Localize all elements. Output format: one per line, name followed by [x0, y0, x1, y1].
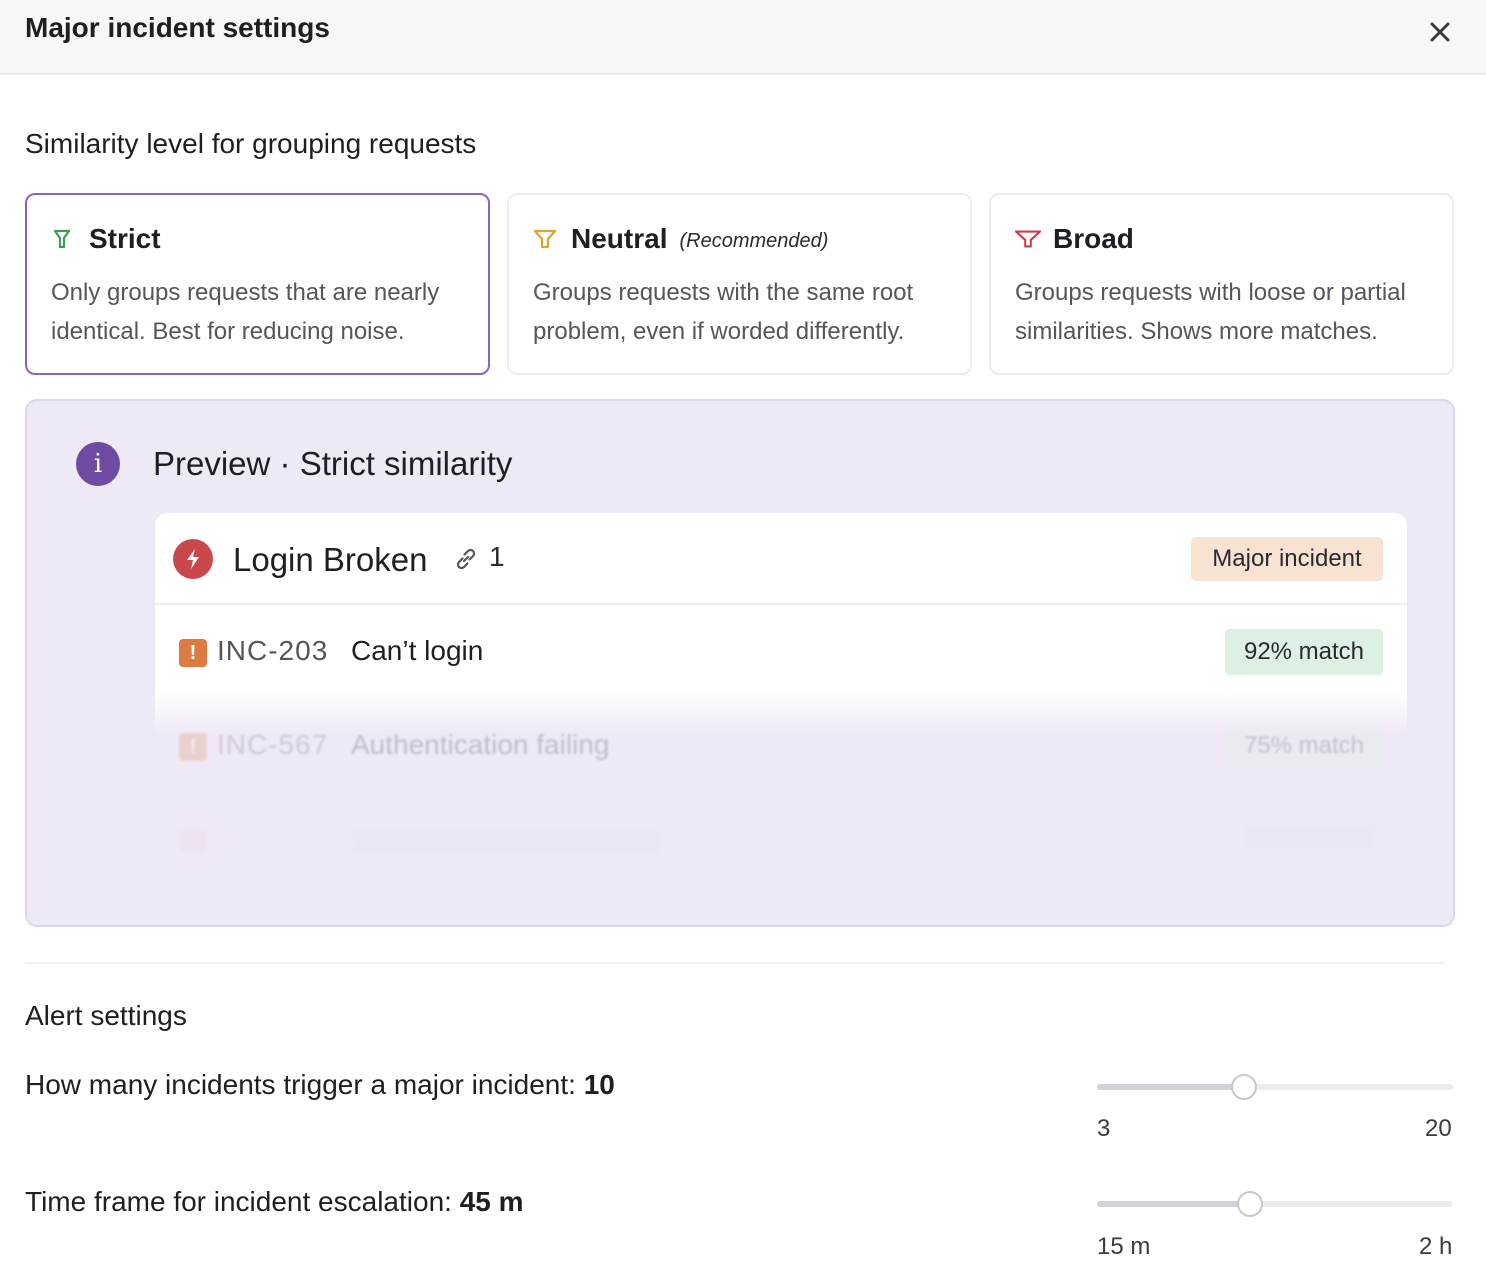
similarity-option-name: Broad [1053, 223, 1134, 254]
link-icon [453, 545, 481, 573]
close-button[interactable] [1420, 12, 1460, 52]
incident-row: ! INC-567 Authentication failing 75% mat… [155, 699, 1407, 791]
info-icon: i [76, 442, 120, 486]
incident-group-row[interactable]: Login Broken 1 Major incident [155, 513, 1407, 605]
match-badge: 75% match [1225, 723, 1383, 769]
warning-icon: ! [179, 639, 207, 667]
match-badge: 92% match [1225, 629, 1383, 675]
similarity-option-name: Strict [89, 223, 161, 254]
similarity-option-desc: Groups requests with the same root probl… [533, 279, 914, 345]
lightning-icon [173, 539, 213, 579]
preview-panel: i Preview · Strict similarity Login Brok… [25, 399, 1455, 927]
section-divider [25, 962, 1445, 964]
trigger-min-label: 3 [1097, 1115, 1111, 1142]
warning-icon: ! [179, 733, 207, 761]
similarity-option-neutral[interactable]: Neutral (Recommended) Groups requests wi… [507, 193, 972, 375]
incident-row[interactable]: ! INC-203 Can’t login 92% match [155, 605, 1407, 697]
alert-settings-title: Alert settings [25, 1000, 187, 1031]
trigger-slider[interactable] [1097, 1072, 1453, 1102]
funnel-narrow-icon [51, 226, 77, 252]
timeframe-slider-handle[interactable] [1237, 1191, 1264, 1217]
timeframe-setting-label: Time frame for incident escalation: 45 m [25, 1186, 524, 1217]
group-title: Login Broken [233, 541, 428, 578]
funnel-medium-icon [533, 226, 559, 252]
similarity-section-title: Similarity level for grouping requests [25, 128, 477, 159]
timeframe-max-label: 2 h [1419, 1233, 1453, 1260]
dialog-header: Major incident settings [0, 0, 1486, 75]
similarity-option-desc: Groups requests with loose or partial si… [1015, 279, 1406, 345]
close-icon [1430, 22, 1450, 42]
incident-id: INC-203 [217, 635, 329, 666]
recommended-note: (Recommended) [679, 229, 829, 252]
timeframe-min-label: 15 m [1097, 1233, 1151, 1260]
incident-title: Can’t login [351, 635, 484, 666]
linked-count: 1 [489, 541, 505, 572]
timeframe-value: 45 m [459, 1186, 524, 1217]
trigger-slider-handle[interactable] [1230, 1074, 1257, 1100]
incident-id: INC-567 [217, 729, 329, 760]
funnel-wide-icon [1015, 226, 1041, 252]
similarity-option-name: Neutral [571, 223, 668, 254]
incident-group-card: Login Broken 1 Major incident ! INC-203 … [155, 513, 1407, 893]
similarity-option-desc: Only groups requests that are nearly ide… [51, 279, 440, 345]
similarity-option-broad[interactable]: Broad Groups requests with loose or part… [989, 193, 1454, 375]
similarity-option-strict[interactable]: Strict Only groups requests that are nea… [25, 193, 490, 375]
dialog-title: Major incident settings [25, 12, 330, 43]
trigger-value: 10 [583, 1069, 615, 1100]
incident-row-placeholder [155, 795, 1407, 887]
timeframe-slider[interactable] [1097, 1189, 1453, 1219]
major-incident-badge: Major incident [1191, 537, 1383, 581]
preview-title: Preview · Strict similarity [153, 445, 513, 482]
trigger-setting-label: How many incidents trigger a major incid… [25, 1069, 615, 1100]
trigger-max-label: 20 [1425, 1115, 1452, 1142]
incident-title: Authentication failing [351, 729, 610, 760]
